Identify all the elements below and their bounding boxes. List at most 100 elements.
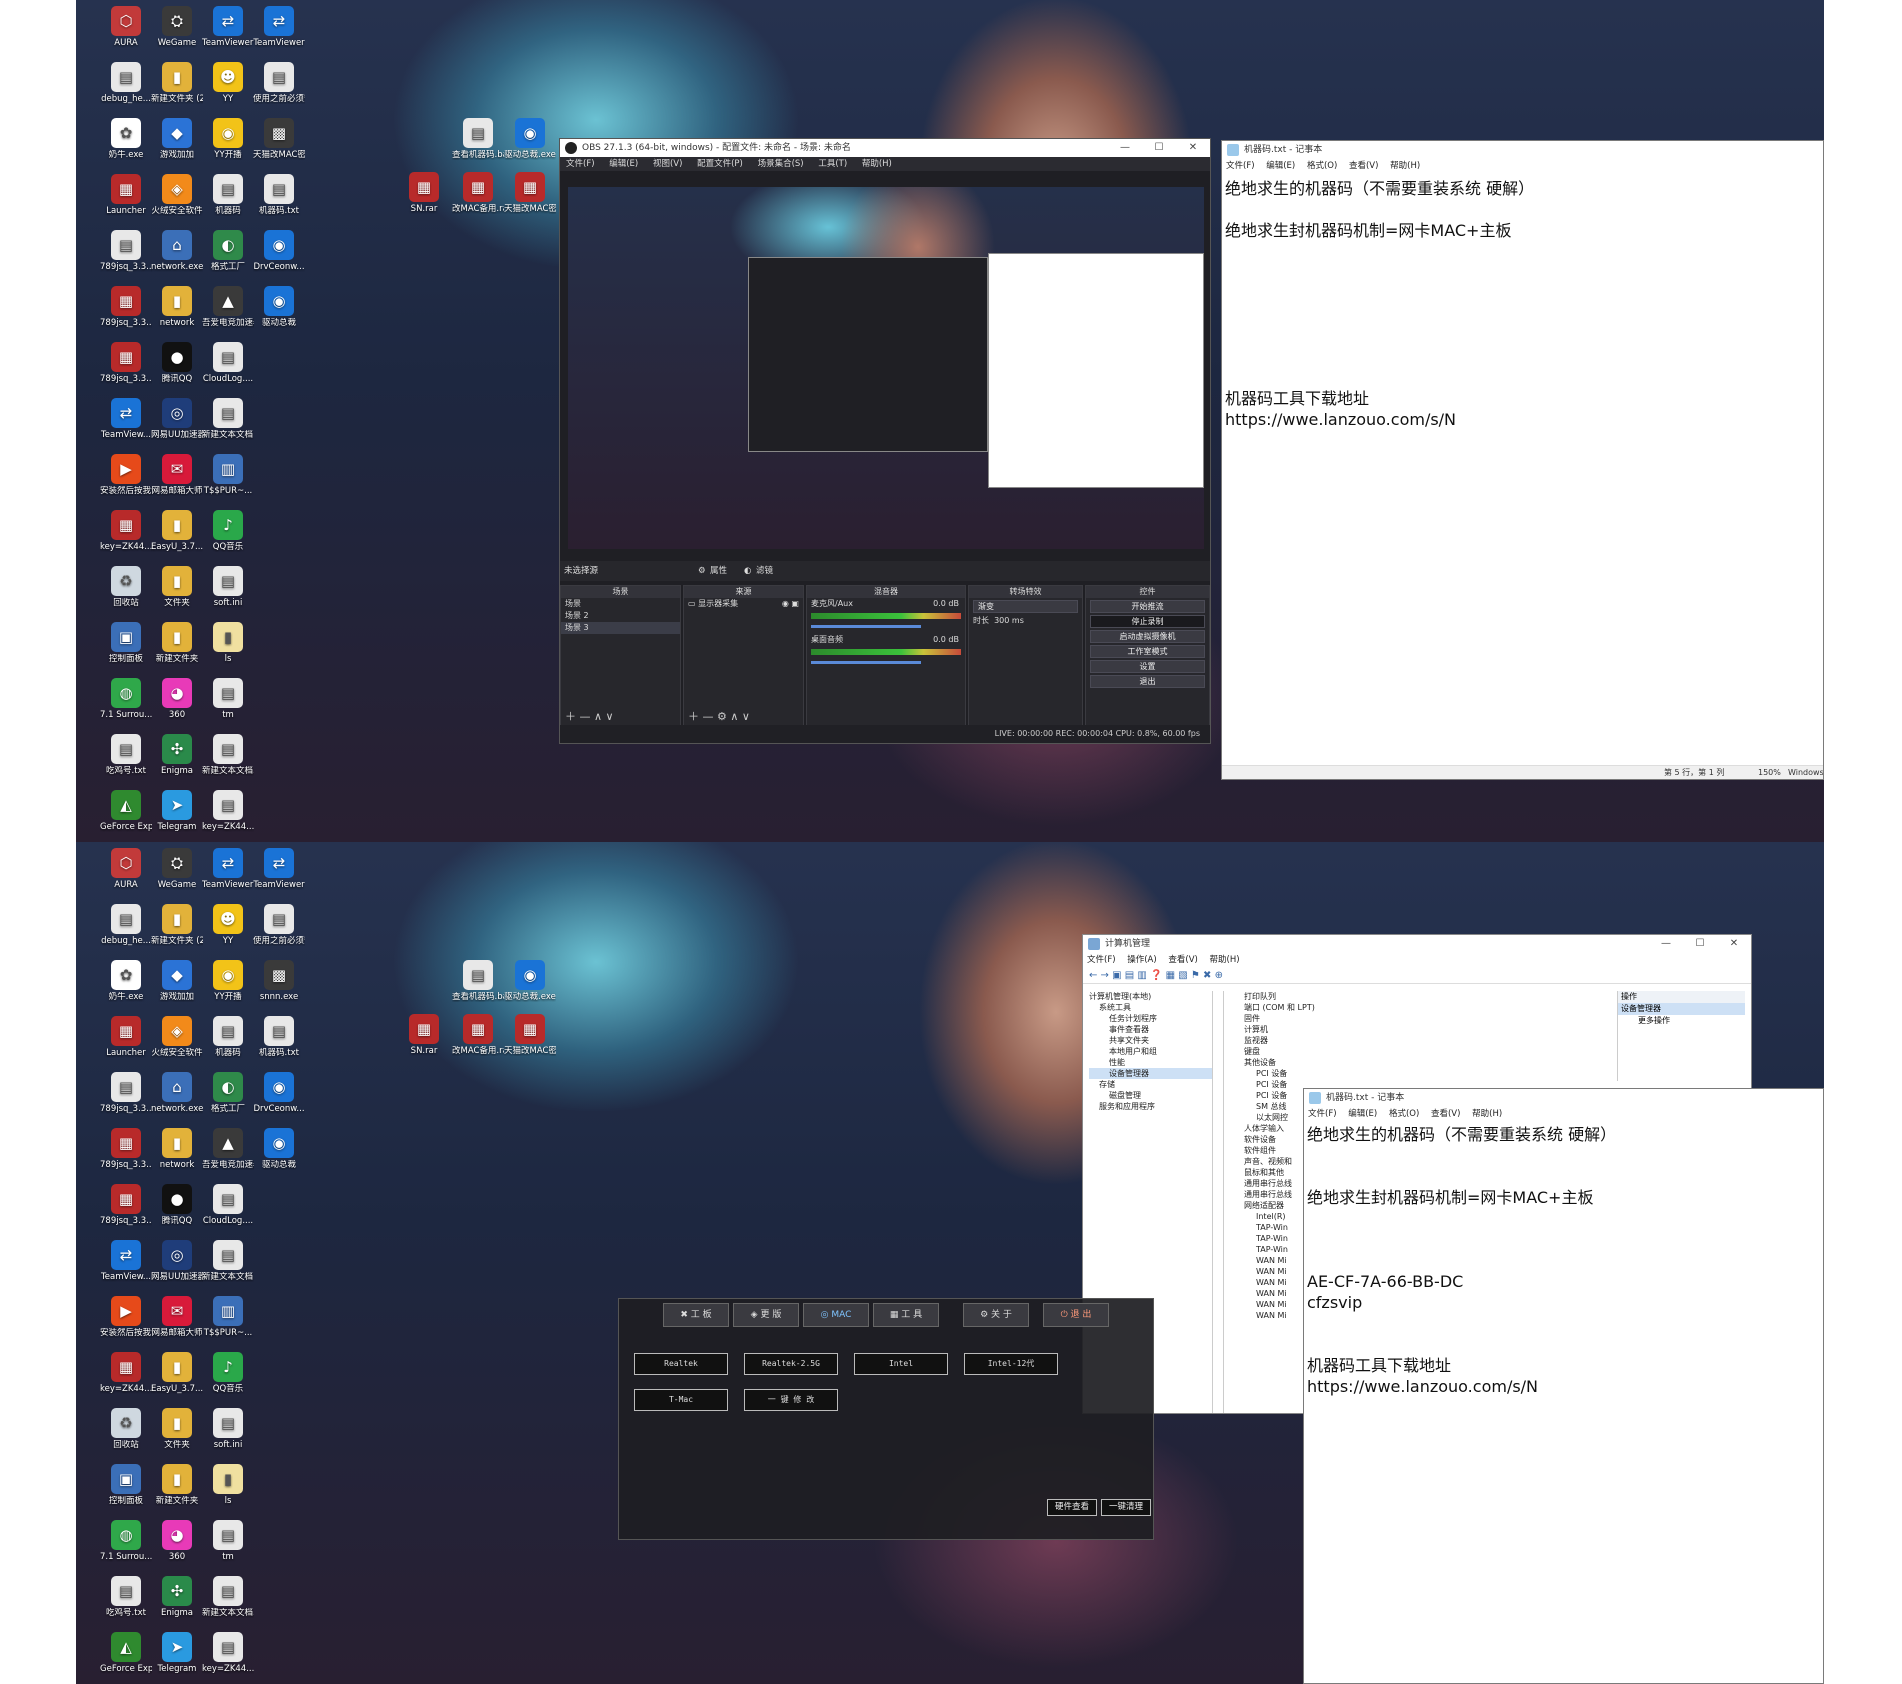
device-item[interactable]: 计算机 — [1244, 1024, 1623, 1035]
desktop-icon[interactable]: ▤ key=ZK44... — [202, 1632, 254, 1674]
desktop-icon[interactable]: ▥ T$$PUR~... — [202, 454, 254, 496]
desktop-icon[interactable]: ▦ Launcher — [100, 174, 152, 216]
volume-slider[interactable] — [811, 625, 921, 628]
desktop-icon[interactable]: ▤ 查看机器码.bat — [452, 118, 504, 160]
menu-edit[interactable]: 编辑(E) — [1348, 1109, 1377, 1119]
desktop-icon[interactable]: ◐ 格式工厂 — [202, 230, 254, 272]
volume-slider[interactable] — [811, 661, 921, 664]
desktop-icon[interactable]: ▤ 新建文本文档 (3).txt — [202, 398, 254, 440]
device-item[interactable]: 固件 — [1244, 1013, 1623, 1024]
compmgmt-toolbar[interactable]: ← → ▣ ▤ ▥ ❓ ▦ ▧ ⚑ ✖ ⊕ — [1083, 968, 1751, 984]
desktop-icon[interactable]: ▥ T$$PUR~... — [202, 1296, 254, 1338]
transition-select[interactable]: 渐变 — [973, 600, 1078, 613]
desktop-icon[interactable]: ▮ network — [151, 286, 203, 328]
notepad-titlebar[interactable]: 机器码.txt - 记事本 — [1222, 141, 1823, 159]
desktop-icon[interactable]: ◍ 7.1 Surrou... — [100, 1520, 152, 1562]
tree-item[interactable]: 本地用户和组 — [1089, 1046, 1212, 1057]
desktop-icon[interactable]: ▲ 吾爱电竞加速器 — [202, 1128, 254, 1170]
desktop-icon[interactable]: ⇄ TeamViewer — [253, 848, 305, 890]
desktop-icon[interactable]: ▮ ls — [202, 1464, 254, 1506]
desktop-icon[interactable]: ▦ 改MAC备用.rar — [452, 172, 504, 214]
menu-format[interactable]: 格式(O) — [1389, 1109, 1419, 1119]
desktop-icon[interactable]: ◉ DrvCeonw... — [253, 230, 305, 272]
desktop-icon[interactable]: ▮ 文件夹 — [151, 1408, 203, 1450]
hardware-view-button[interactable]: 硬件查看 — [1047, 1499, 1097, 1516]
desktop-icon[interactable]: ▦ SN.rar — [398, 1014, 450, 1056]
desktop-icon[interactable]: ▩ 天猫改MAC密码是cfz... — [253, 118, 305, 160]
device-item[interactable]: 监视器 — [1244, 1035, 1623, 1046]
menu-edit[interactable]: 编辑(E) — [1266, 161, 1295, 171]
realtek-2.5g-button[interactable]: Realtek-2.5G — [744, 1353, 838, 1375]
desktop-icon[interactable]: ▤ 新建文本文档.txt — [202, 1576, 254, 1618]
desktop-icon[interactable]: ◐ 格式工厂 — [202, 1072, 254, 1114]
desktop-icon[interactable]: ♪ QQ音乐 — [202, 1352, 254, 1394]
desktop-icon[interactable]: ▦ 天猫改MAC密码是cfz... — [504, 172, 556, 214]
desktop-icon[interactable]: ▦ key=ZK44... — [100, 510, 152, 552]
compmgmt-titlebar[interactable]: 计算机管理 — ☐ ✕ — [1083, 935, 1751, 953]
desktop-icon[interactable]: ▤ debug_he... — [100, 62, 152, 104]
desktop-icon[interactable]: ✉ 网易邮箱大师 — [151, 454, 203, 496]
desktop-icon[interactable]: ⬡ AURA — [100, 848, 152, 890]
desktop-icon[interactable]: ▤ 使用之前必须安装我... — [253, 904, 305, 946]
desktop-icon[interactable]: ⇄ TeamViewer 远程协助软... — [202, 6, 254, 48]
notepad-window-bottom[interactable]: 机器码.txt - 记事本 文件(F) 编辑(E) 格式(O) 查看(V) 帮助… — [1303, 1088, 1824, 1684]
desktop-icon[interactable]: ▮ 新建文件夹 (2) — [151, 904, 203, 946]
device-item[interactable]: 打印队列 — [1244, 991, 1623, 1002]
desktop-icon[interactable]: ◆ 游戏加加 — [151, 960, 203, 1002]
desktop-icon[interactable]: ➤ Telegram — [151, 1632, 203, 1674]
obs-menu-file[interactable]: 文件(F) — [566, 159, 595, 169]
desktop-icon[interactable]: ✿ 奶牛.exe — [100, 960, 152, 1002]
desktop-icon[interactable]: ▮ 新建文件夹 (2) — [151, 62, 203, 104]
desktop-icon[interactable]: ▣ 控制面板 — [100, 622, 152, 664]
desktop-icon[interactable]: ⛭ WeGame — [151, 848, 203, 890]
studio-mode-button[interactable]: 工作室模式 — [1090, 645, 1205, 658]
desktop-icon[interactable]: ▤ 新建文本文档 (3).txt — [202, 1240, 254, 1282]
minimize-icon[interactable]: — — [1108, 139, 1142, 157]
desktop-icon[interactable]: ▶ 安装然后按我识别码.exe — [100, 1296, 152, 1338]
desktop-icon[interactable]: ➤ Telegram — [151, 790, 203, 832]
desktop-icon[interactable]: ◉ 驱动总裁 — [253, 286, 305, 328]
realtek-button[interactable]: Realtek — [634, 1353, 728, 1375]
desktop-icon[interactable]: ◉ 驱动总裁 — [253, 1128, 305, 1170]
menu-help[interactable]: 帮助(H) — [1472, 1109, 1502, 1119]
desktop-icon[interactable]: ▤ CloudLog.... — [202, 342, 254, 384]
mac-tool-window[interactable]: ✖ 工 板 ◈ 更 版 ◎ MAC ▦ 工 具 ⚙ 关 于 ⏻ 退 出 Real… — [618, 1298, 1154, 1540]
tab-mac[interactable]: ◎ MAC — [803, 1303, 869, 1327]
tree-item[interactable]: 共享文件夹 — [1089, 1035, 1212, 1046]
desktop-icon[interactable]: ▶ 安装然后按我识别码.exe — [100, 454, 152, 496]
desktop-icon[interactable]: ▤ tm — [202, 1520, 254, 1562]
desktop-icon[interactable]: ▩ snnn.exe — [253, 960, 305, 1002]
device-item[interactable]: 端口 (COM 和 LPT) — [1244, 1002, 1623, 1013]
notepad-text-area[interactable]: 绝地求生的机器码（不需要重装系统 硬解） 绝地求生封机器码机制=网卡MAC+主板… — [1304, 1122, 1823, 1682]
properties-button[interactable]: 属性 — [710, 561, 727, 581]
obs-menu-view[interactable]: 视图(V) — [653, 159, 682, 169]
desktop-icon[interactable]: ◉ 驱动总裁.exe — [504, 118, 556, 160]
desktop-icon[interactable]: ◉ YY开播 — [202, 960, 254, 1002]
desktop-icon[interactable]: ◈ 火绒安全软件 — [151, 174, 203, 216]
obs-menu-tools[interactable]: 工具(T) — [818, 159, 847, 169]
desktop-icon[interactable]: ⇄ TeamViewer 远程协助软... — [202, 848, 254, 890]
desktop-icon[interactable]: ▤ 机器码 — [202, 1016, 254, 1058]
tree-item[interactable]: 服务和应用程序 — [1089, 1101, 1212, 1112]
obs-titlebar[interactable]: OBS 27.1.3 (64-bit, windows) - 配置文件: 未命名… — [560, 139, 1210, 157]
desktop-icon[interactable]: ▮ EasyU_3.7... — [151, 510, 203, 552]
notepad-titlebar[interactable]: 机器码.txt - 记事本 — [1304, 1089, 1823, 1107]
desktop-icon[interactable]: ▮ network — [151, 1128, 203, 1170]
desktop-icon[interactable]: ✣ Enigma — [151, 1576, 203, 1618]
menu-view[interactable]: 查看(V) — [1168, 955, 1197, 965]
scene-item-selected[interactable]: 场景 3 — [561, 622, 680, 634]
desktop-icon[interactable]: ▦ key=ZK44... — [100, 1352, 152, 1394]
notepad-window-top[interactable]: 机器码.txt - 记事本 文件(F) 编辑(E) 格式(O) 查看(V) 帮助… — [1221, 140, 1824, 780]
duration-value[interactable]: 300 ms — [994, 616, 1024, 625]
desktop-icon[interactable]: ⛭ WeGame — [151, 6, 203, 48]
desktop-icon[interactable]: ● 腾讯QQ — [151, 1184, 203, 1226]
intel-12th-button[interactable]: Intel-12代 — [964, 1353, 1058, 1375]
device-item[interactable]: 其他设备 — [1244, 1057, 1623, 1068]
virtual-camera-button[interactable]: 启动虚拟摄像机 — [1090, 630, 1205, 643]
desktop-icon[interactable]: ▮ 新建文件夹 — [151, 622, 203, 664]
obs-menu-scene-collection[interactable]: 场景集合(S) — [758, 159, 804, 169]
desktop-icon[interactable]: ▤ 吃鸡号.txt — [100, 734, 152, 776]
desktop-icon[interactable]: ▦ 改MAC备用.rar — [452, 1014, 504, 1056]
menu-file[interactable]: 文件(F) — [1087, 955, 1116, 965]
obs-window[interactable]: OBS 27.1.3 (64-bit, windows) - 配置文件: 未命名… — [559, 138, 1211, 744]
